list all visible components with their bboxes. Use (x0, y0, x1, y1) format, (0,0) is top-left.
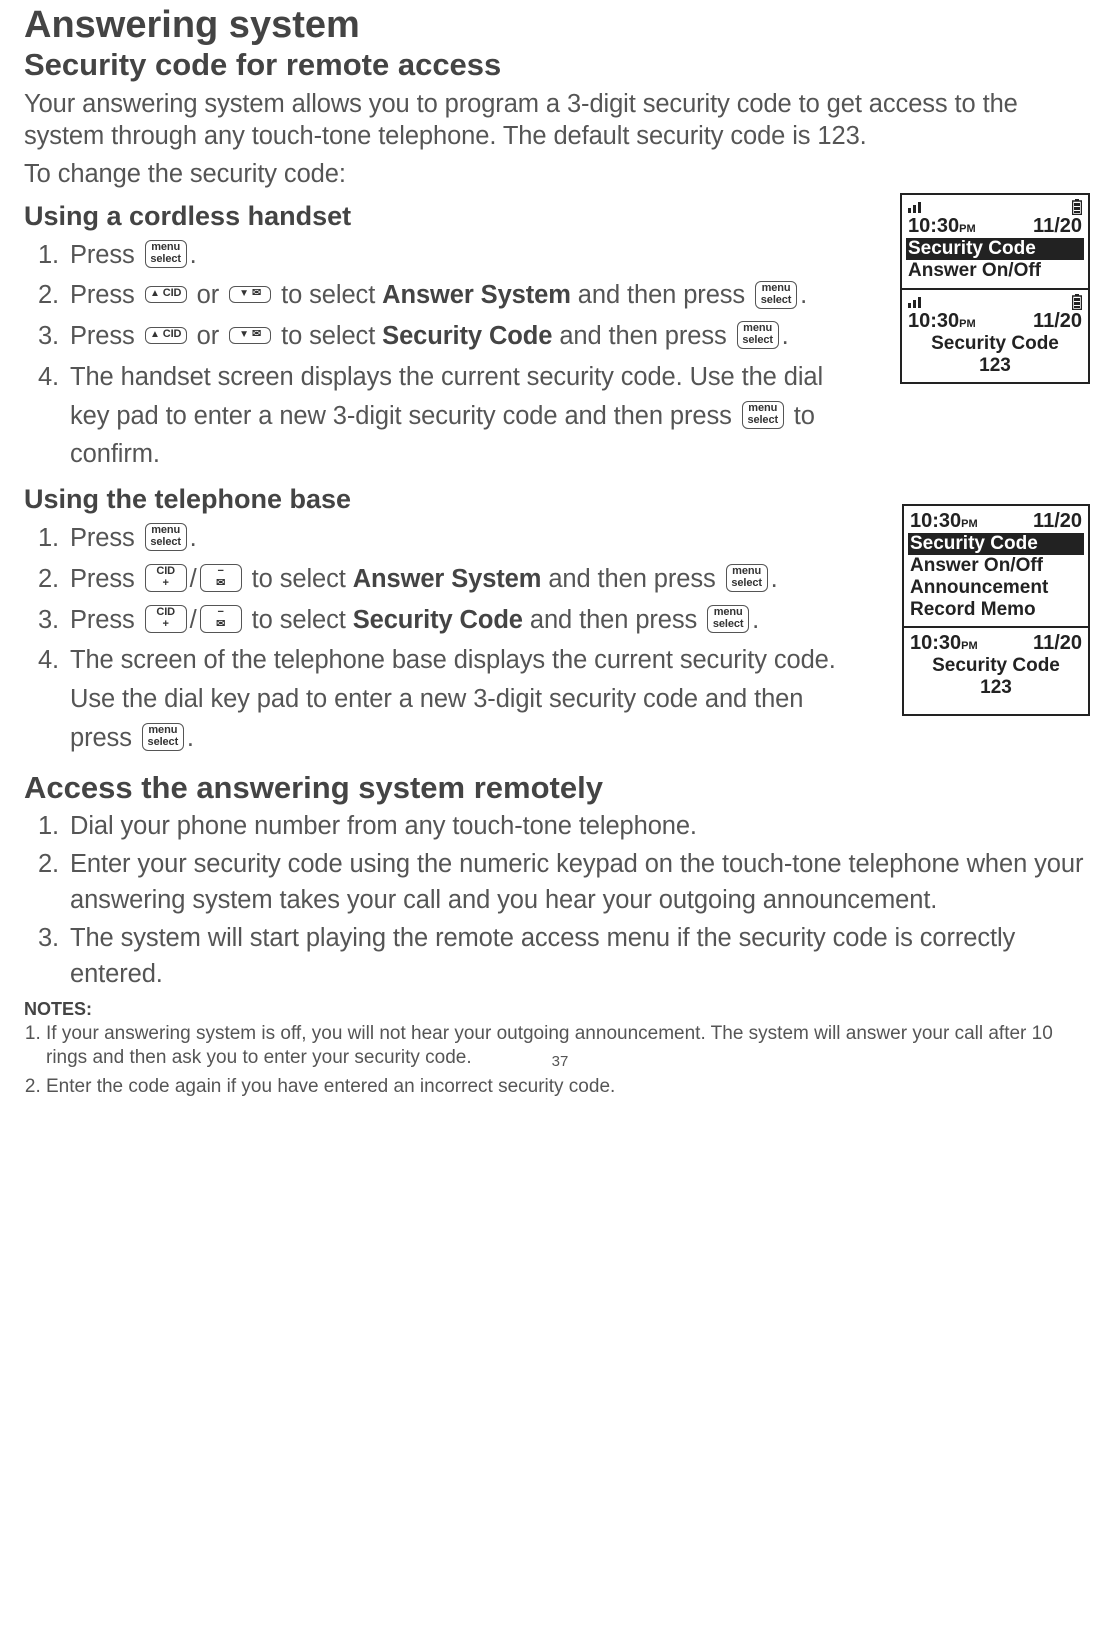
answer-system-label: Answer System (353, 565, 542, 593)
signal-icon (908, 296, 922, 308)
base-step-3: Press CID+/−✉ to select Security Code an… (66, 601, 840, 640)
text: and then press (541, 565, 722, 593)
minus-mail-key-icon: −✉ (200, 605, 242, 633)
remote-step-3: The system will start playing the remote… (66, 920, 1096, 992)
text: The handset screen displays the current … (70, 363, 823, 430)
text: or (190, 281, 226, 309)
screen-date: 11/20 (1033, 215, 1082, 238)
screen-menu-item-selected: Security Code (906, 238, 1084, 260)
remote-step-2: Enter your security code using the numer… (66, 846, 1096, 918)
handset-screens-figure: 10:30PM 11/20 Security Code Answer On/Of… (900, 193, 1090, 384)
page-title: Answering system (24, 0, 1096, 47)
cid-up-key-icon: ▲ CID (145, 327, 187, 344)
text: . (190, 524, 197, 552)
text: . (190, 241, 197, 269)
screen-menu-item-selected: Security Code (908, 533, 1084, 555)
menu-select-key-icon: menuselect (145, 240, 187, 268)
handset-step-2: Press ▲ CID or ▼ ✉ to select Answer Syst… (66, 276, 836, 315)
menu-select-key-icon: menuselect (742, 401, 784, 429)
handset-screen-1: 10:30PM 11/20 Security Code Answer On/Of… (900, 193, 1090, 290)
note-2: Enter the code again if you have entered… (46, 1075, 1096, 1100)
text: . (771, 565, 778, 593)
text: Press (70, 322, 142, 350)
text: and then press (571, 281, 752, 309)
text: to select (274, 322, 382, 350)
handset-screen-2: 10:30PM 11/20 Security Code 123 (900, 290, 1090, 385)
security-intro-paragraph: Your answering system allows you to prog… (24, 89, 1096, 153)
battery-icon (1072, 294, 1082, 310)
security-code-label: Security Code (353, 606, 523, 634)
handset-step-4: The handset screen displays the current … (66, 358, 836, 474)
menu-select-key-icon: menuselect (145, 523, 187, 551)
section-heading-security-code: Security code for remote access (24, 47, 1096, 83)
screen-date: 11/20 (1033, 510, 1082, 533)
text: Press (70, 565, 142, 593)
cid-plus-key-icon: CID+ (145, 605, 187, 633)
screen-value: 123 (908, 355, 1082, 377)
screen-title: Security Code (908, 333, 1082, 355)
menu-select-key-icon: menuselect (142, 723, 184, 751)
answer-system-label: Answer System (382, 281, 571, 309)
base-screen-2: 10:30PM 11/20 Security Code 123 (902, 628, 1090, 716)
minus-mail-key-icon: −✉ (200, 564, 242, 592)
to-change-paragraph: To change the security code: (24, 159, 1096, 191)
screen-time: 10:30PM (908, 215, 976, 238)
screen-time: 10:30PM (908, 310, 976, 333)
cid-up-key-icon: ▲ CID (145, 286, 187, 303)
text: to select (245, 565, 353, 593)
handset-steps-list: Press menuselect. Press ▲ CID or ▼ ✉ to … (24, 236, 836, 475)
text: The screen of the telephone base display… (70, 646, 836, 752)
text: Press (70, 524, 142, 552)
base-screen-1: 10:30PM 11/20 Security Code Answer On/Of… (902, 504, 1090, 628)
cid-plus-key-icon: CID+ (145, 564, 187, 592)
text: and then press (552, 322, 733, 350)
signal-icon (908, 201, 922, 213)
menu-select-key-icon: menuselect (755, 281, 797, 309)
screen-date: 11/20 (1033, 310, 1082, 333)
screen-menu-item: Announcement (910, 577, 1082, 599)
text: Press (70, 281, 142, 309)
text: . (782, 322, 789, 350)
text: . (800, 281, 807, 309)
text: or (190, 322, 226, 350)
text: . (187, 724, 194, 752)
base-step-2: Press CID+/−✉ to select Answer System an… (66, 560, 840, 599)
text: to select (274, 281, 382, 309)
screen-menu-item: Record Memo (910, 599, 1082, 621)
cid-down-key-icon: ▼ ✉ (229, 286, 271, 303)
base-screens-figure: 10:30PM 11/20 Security Code Answer On/Of… (902, 504, 1090, 716)
base-steps-list: Press menuselect. Press CID+/−✉ to selec… (24, 519, 840, 758)
screen-menu-item: Answer On/Off (908, 260, 1082, 282)
base-step-1: Press menuselect. (66, 519, 840, 558)
screen-time: 10:30PM (910, 632, 978, 655)
base-step-4: The screen of the telephone base display… (66, 641, 840, 757)
screen-date: 11/20 (1033, 632, 1082, 655)
text: Press (70, 606, 142, 634)
screen-value: 123 (910, 677, 1082, 699)
menu-select-key-icon: menuselect (726, 564, 768, 592)
screen-menu-item: Answer On/Off (910, 555, 1082, 577)
text: and then press (523, 606, 704, 634)
page-number: 37 (0, 1053, 1120, 1070)
section-heading-remote-access: Access the answering system remotely (24, 770, 1096, 806)
handset-step-1: Press menuselect. (66, 236, 836, 275)
text: / (190, 565, 197, 593)
text: to select (245, 606, 353, 634)
text: . (752, 606, 759, 634)
cid-down-key-icon: ▼ ✉ (229, 327, 271, 344)
menu-select-key-icon: menuselect (737, 321, 779, 349)
notes-label: NOTES: (24, 999, 1096, 1020)
screen-title: Security Code (910, 655, 1082, 677)
menu-select-key-icon: menuselect (707, 605, 749, 633)
remote-steps-list: Dial your phone number from any touch-to… (24, 808, 1096, 993)
screen-time: 10:30PM (910, 510, 978, 533)
text: / (190, 606, 197, 634)
text: Press (70, 241, 142, 269)
battery-icon (1072, 199, 1082, 215)
remote-step-1: Dial your phone number from any touch-to… (66, 808, 1096, 844)
handset-step-3: Press ▲ CID or ▼ ✉ to select Security Co… (66, 317, 836, 356)
security-code-label: Security Code (382, 322, 552, 350)
